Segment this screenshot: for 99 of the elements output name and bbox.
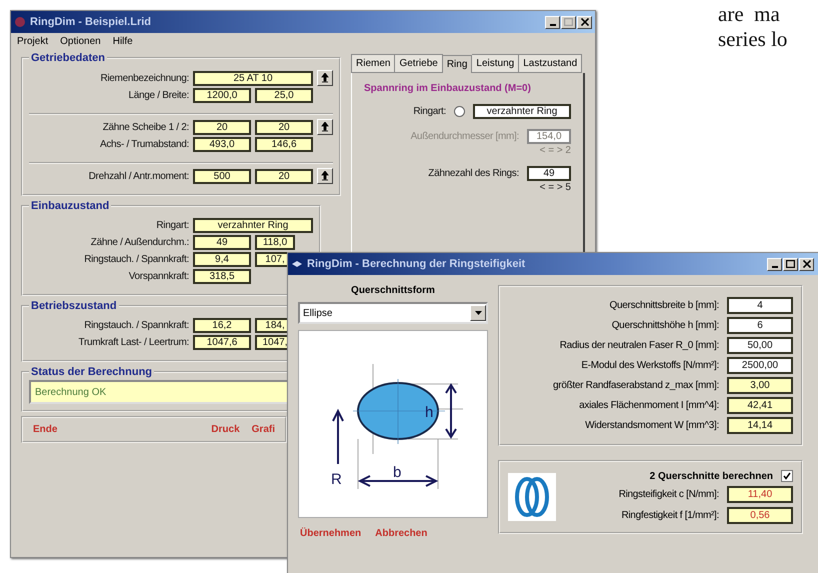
field-label: axiales Flächenmoment I [mm^4]: [578, 400, 719, 411]
field-label: Zähne Scheibe 1 / 2: [102, 122, 189, 132]
close-button[interactable] [577, 16, 592, 28]
group-title: Betriebszustand [30, 300, 118, 312]
value-field: 3,00 [727, 377, 793, 394]
value-field: verzahnter Ring [193, 218, 313, 233]
value-field: 9,4 [193, 252, 251, 267]
close-icon [802, 260, 810, 268]
up-arrow-icon [321, 171, 329, 181]
value-field: 49 [527, 166, 571, 181]
field-label: Achs- / Trumabstand: [98, 139, 189, 150]
page-text: are ma [718, 2, 781, 27]
value-field: 493,0 [193, 137, 251, 152]
action-button[interactable]: Druck [209, 424, 242, 435]
field-label: Ringart: [155, 220, 189, 231]
action-button[interactable]: Grafi [250, 424, 277, 435]
up-arrow-icon [321, 122, 329, 132]
field-label: Radius der neutralen Faser R_0 [mm]: [558, 340, 719, 351]
group-title: Getriebedaten [30, 52, 106, 64]
value-field: 42,41 [727, 397, 793, 414]
minimize-icon [550, 24, 556, 26]
value-field: 1047,6 [193, 335, 251, 350]
field-label: Ringstauch. / Spannkraft: [83, 254, 189, 265]
field-label: Vorspannkraft: [128, 271, 189, 282]
field-label: Zähnezahl des Rings: [428, 168, 519, 179]
dialog-button[interactable]: Übernehmen [300, 528, 362, 539]
tab[interactable]: Getriebe [395, 54, 443, 73]
stepper[interactable]: < = > 5 [540, 182, 571, 193]
dialog-button[interactable]: Abbrechen [375, 528, 428, 539]
value-field: 25,0 [255, 88, 313, 103]
checkbox-label: 2 Querschnitte berechnen [650, 470, 773, 482]
field-label: Ringfestigkeit f [1/mm²]: [620, 510, 719, 521]
menu-item[interactable]: Hilfe [112, 36, 133, 47]
value-field: 25 AT 10 [193, 70, 313, 86]
value-field: 14,14 [727, 417, 793, 434]
value-field: verzahnter Ring [473, 104, 571, 119]
value-field: 318,5 [193, 269, 251, 284]
value-field: 1200,0 [193, 88, 251, 103]
value-field: 118,0 [255, 235, 295, 250]
maximize-button[interactable] [783, 258, 798, 270]
cross-section-drawing: h R b [313, 349, 473, 499]
apply-button[interactable] [317, 70, 333, 86]
close-button[interactable] [799, 258, 814, 270]
tab[interactable]: Riemen [351, 54, 396, 73]
value-field: 146,6 [255, 137, 313, 152]
minimize-button[interactable] [767, 258, 782, 270]
shape-dropdown[interactable]: Ellipse [298, 302, 488, 324]
minimize-icon [772, 266, 778, 268]
menu-item[interactable]: Projekt [17, 36, 48, 47]
field-label: größter Randfaserabstand z_max [mm]: [552, 380, 719, 391]
tab[interactable]: Ring [442, 55, 472, 73]
shape-label: Querschnittsform [350, 285, 436, 296]
field-label: Querschnittshöhe h [mm]: [610, 320, 719, 331]
value-field[interactable]: 50,00 [727, 337, 793, 354]
apply-button[interactable] [317, 168, 333, 184]
apply-button[interactable] [317, 119, 333, 135]
radio-button[interactable] [454, 106, 465, 117]
value-field: 20 [255, 120, 313, 134]
value-field: 500 [193, 168, 251, 184]
value-field: 11,40 [727, 486, 793, 503]
close-icon [580, 18, 588, 26]
field-label: Ringart: [413, 106, 446, 117]
app-icon [291, 259, 303, 269]
up-arrow-icon [321, 73, 329, 83]
field-label: Ringsteifigkeit c [N/mm]: [618, 489, 719, 500]
value-field: 20 [255, 168, 313, 184]
field-label: Ringstauch. / Spannkraft: [83, 320, 189, 331]
minimize-button[interactable] [545, 16, 560, 28]
maximize-icon [564, 18, 573, 26]
value-field: 0,56 [727, 507, 793, 524]
value-field: 154,0 [527, 129, 571, 144]
action-button[interactable]: Ende [31, 424, 60, 435]
maximize-icon [786, 260, 795, 268]
field-label: Trumkraft Last- / Leertrum: [78, 337, 189, 348]
group-title: Status der Berechnung [30, 366, 154, 378]
field-label: Länge / Breite: [127, 90, 189, 101]
window-title: RingDim - Berechnung der Ringsteifigkeit [307, 258, 526, 270]
group-title: Einbauzustand [30, 200, 110, 212]
field-label: Widerstandsmoment W [mm^3]: [584, 420, 719, 431]
field-label: Querschnittsbreite b [mm]: [608, 300, 719, 311]
value-field[interactable]: 2500,00 [727, 357, 793, 374]
field-label: Riemenbezeichnung: [99, 72, 189, 84]
app-icon [14, 16, 26, 28]
value-field: 49 [193, 235, 251, 250]
value-field[interactable]: 4 [727, 297, 793, 314]
field-label: Außendurchmesser [mm]: [410, 131, 519, 142]
checkbox[interactable] [781, 470, 793, 482]
window-title: RingDim - Beispiel.Lrid [30, 16, 152, 28]
tab[interactable]: Leistung [472, 54, 520, 73]
section-heading: Spannring im Einbauzustand (M=0) [364, 83, 532, 94]
value-field[interactable]: 6 [727, 317, 793, 334]
field-label: E-Modul des Werkstoffs [N/mm²]: [580, 360, 719, 371]
page-text: series lo [718, 27, 788, 52]
value-field: 16,2 [193, 318, 251, 333]
menu-item[interactable]: Optionen [60, 36, 101, 47]
field-label: Drehzahl / Antr.moment: [88, 170, 189, 182]
field-label: Zähne / Außendurchm.: [90, 237, 189, 248]
tab[interactable]: Lastzustand [519, 54, 582, 73]
value-field: 20 [193, 120, 251, 134]
